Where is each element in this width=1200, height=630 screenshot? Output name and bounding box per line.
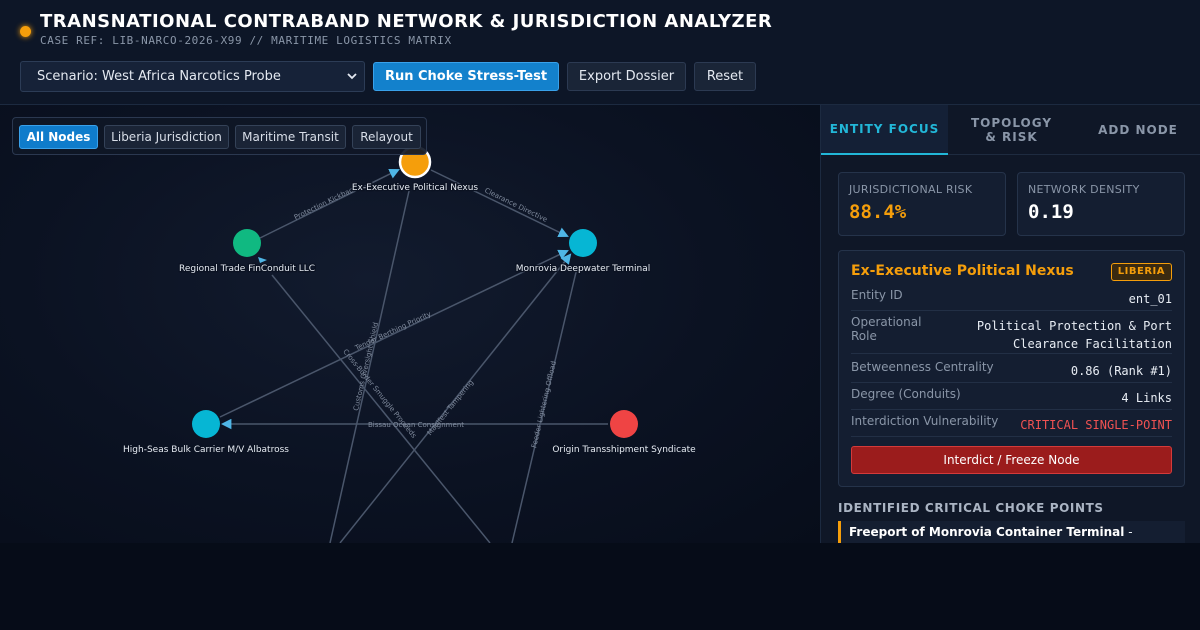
node-label: Monrovia Deepwater Terminal bbox=[516, 264, 650, 274]
edge-label: Clearance Directive bbox=[483, 187, 548, 224]
row-label: Degree (Conduits) bbox=[851, 387, 961, 401]
metric-label: JURISDICTIONAL RISK bbox=[849, 183, 973, 196]
app-root: TRANSNATIONAL CONTRABAND NETWORK & JURIS… bbox=[0, 0, 1200, 630]
filter-all-nodes[interactable]: All Nodes bbox=[19, 125, 98, 149]
row-label: Interdiction Vulnerability bbox=[851, 414, 999, 428]
filter-liberia-jurisdiction[interactable]: Liberia Jurisdiction bbox=[104, 125, 229, 149]
tab-add-node[interactable]: ADD NODE bbox=[1075, 105, 1200, 155]
status-indicator-icon bbox=[20, 26, 31, 37]
entity-row-centrality: Betweenness Centrality 0.86 (Rank #1) bbox=[851, 360, 1172, 383]
graph-nodes: Ex-Executive Political Nexus Regional Tr… bbox=[122, 145, 697, 456]
edge-label: Feeder Lightering Offload bbox=[530, 360, 558, 449]
bottom-band bbox=[0, 543, 1200, 630]
node-label: Ex-Executive Political Nexus bbox=[352, 183, 479, 193]
graph-filter-bar: All Nodes Liberia Jurisdiction Maritime … bbox=[12, 117, 427, 155]
row-value: 0.86 (Rank #1) bbox=[1070, 364, 1172, 378]
jurisdictional-risk-card: JURISDICTIONAL RISK 88.4% bbox=[838, 172, 1006, 236]
network-graph-panel[interactable]: Protection Kickbacks Clearance Directive… bbox=[0, 105, 820, 543]
reset-button[interactable]: Reset bbox=[694, 62, 756, 91]
choke-point-name: Freeport of Monrovia Container Terminal bbox=[849, 525, 1125, 539]
graph-edge-labels: Protection Kickbacks Clearance Directive… bbox=[293, 183, 558, 449]
row-label: Operational Role bbox=[851, 315, 922, 343]
inspector-tabs: ENTITY FOCUS TOPOLOGY & RISK ADD NODE bbox=[821, 105, 1200, 155]
entity-row-id: Entity ID ent_01 bbox=[851, 288, 1172, 311]
entity-name: Ex-Executive Political Nexus bbox=[851, 263, 1074, 279]
graph-edges bbox=[219, 169, 608, 543]
metric-label: NETWORK DENSITY bbox=[1028, 183, 1140, 196]
row-value: 4 Links bbox=[1121, 391, 1172, 405]
edge-label: Tender Berthing Priority bbox=[353, 310, 432, 353]
app-header: TRANSNATIONAL CONTRABAND NETWORK & JURIS… bbox=[0, 0, 1200, 105]
network-density-card: NETWORK DENSITY 0.19 bbox=[1017, 172, 1185, 236]
graph-node-monrovia-terminal[interactable]: Monrovia Deepwater Terminal bbox=[515, 229, 651, 275]
jurisdictional-risk-value: 88.4% bbox=[849, 201, 907, 223]
choke-points-heading: IDENTIFIED CRITICAL CHOKE POINTS bbox=[838, 501, 1104, 515]
row-label: Betweenness Centrality bbox=[851, 360, 994, 374]
vulnerability-value: CRITICAL SINGLE-POINT bbox=[1020, 418, 1172, 432]
scenario-select[interactable]: Scenario: West Africa Narcotics Probe bbox=[20, 61, 365, 92]
scenario-select-value: Scenario: West Africa Narcotics Probe bbox=[37, 69, 281, 84]
row-value: Political Protection & Port Clearance Fa… bbox=[976, 319, 1172, 351]
graph-edge-arrowhead bbox=[258, 257, 267, 263]
network-density-value: 0.19 bbox=[1028, 201, 1074, 223]
row-label: Entity ID bbox=[851, 288, 903, 302]
entity-row-degree: Degree (Conduits) 4 Links bbox=[851, 387, 1172, 410]
network-graph[interactable]: Protection Kickbacks Clearance Directive… bbox=[0, 105, 820, 543]
run-stress-test-button[interactable]: Run Choke Stress-Test bbox=[373, 62, 559, 91]
graph-node-albatross[interactable]: High-Seas Bulk Carrier M/V Albatross bbox=[122, 410, 291, 456]
chevron-down-icon bbox=[346, 62, 358, 103]
inspector-panel: ENTITY FOCUS TOPOLOGY & RISK ADD NODE JU… bbox=[820, 105, 1200, 543]
graph-node-finconduit[interactable]: Regional Trade FinConduit LLC bbox=[178, 229, 316, 275]
row-value: ent_01 bbox=[1128, 292, 1172, 306]
entity-row-vulnerability: Interdiction Vulnerability CRITICAL SING… bbox=[851, 414, 1172, 437]
entity-row-role: Operational Role Political Protection & … bbox=[851, 315, 1172, 354]
graph-node-origin-syndicate[interactable]: Origin Transshipment Syndicate bbox=[551, 410, 697, 456]
choke-point-item[interactable]: Freeport of Monrovia Container Terminal … bbox=[838, 521, 1185, 543]
edge-label: Bissau Ocean Consignment bbox=[368, 421, 464, 429]
interdict-freeze-button[interactable]: Interdict / Freeze Node bbox=[851, 446, 1172, 474]
jurisdiction-badge: LIBERIA bbox=[1110, 263, 1172, 281]
filter-maritime-transit[interactable]: Maritime Transit bbox=[235, 125, 346, 149]
case-reference: CASE REF: LIB-NARCO-2026-X99 // MARITIME… bbox=[40, 34, 452, 47]
entity-detail-card: Ex-Executive Political Nexus LIBERIA Ent… bbox=[838, 250, 1185, 487]
relayout-button[interactable]: Relayout bbox=[352, 125, 421, 149]
export-dossier-button[interactable]: Export Dossier bbox=[567, 62, 686, 91]
node-label: Origin Transshipment Syndicate bbox=[552, 445, 696, 455]
tab-topology-risk[interactable]: TOPOLOGY & RISK bbox=[948, 105, 1075, 155]
tab-entity-focus[interactable]: ENTITY FOCUS bbox=[821, 105, 948, 155]
node-label: High-Seas Bulk Carrier M/V Albatross bbox=[123, 445, 289, 455]
graph-edge[interactable] bbox=[430, 169, 569, 238]
node-label: Regional Trade FinConduit LLC bbox=[179, 264, 315, 274]
page-title: TRANSNATIONAL CONTRABAND NETWORK & JURIS… bbox=[40, 11, 773, 32]
choke-point-suffix: - bbox=[1124, 525, 1133, 539]
